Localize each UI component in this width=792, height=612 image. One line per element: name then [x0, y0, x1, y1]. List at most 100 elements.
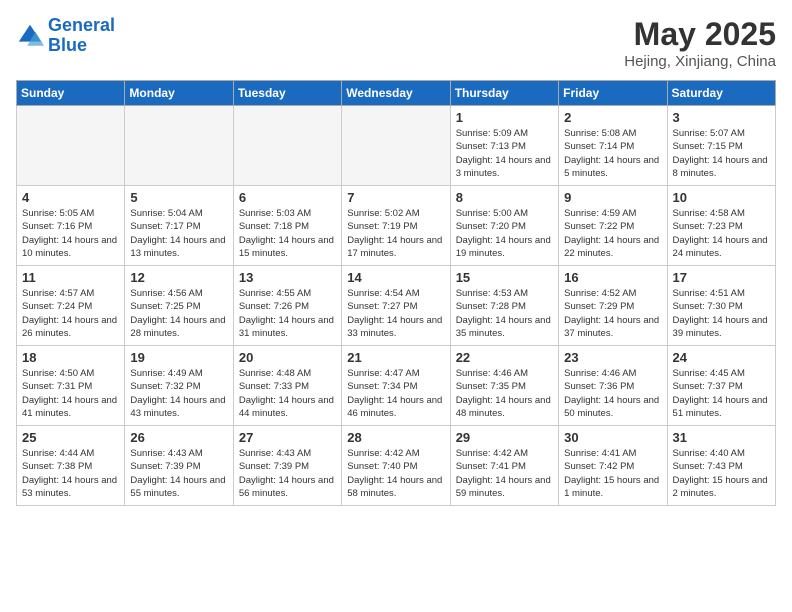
calendar-cell: 9Sunrise: 4:59 AMSunset: 7:22 PMDaylight… [559, 186, 667, 266]
day-info: Sunrise: 4:54 AMSunset: 7:27 PMDaylight:… [347, 287, 444, 340]
day-number: 27 [239, 430, 336, 445]
day-info: Sunrise: 4:51 AMSunset: 7:30 PMDaylight:… [673, 287, 770, 340]
day-number: 7 [347, 190, 444, 205]
weekday-header-tuesday: Tuesday [233, 81, 341, 106]
calendar-cell: 26 Sunrise: 4:43 AMSunset: 7:39 PMDayligh… [125, 426, 233, 506]
day-number: 5 [130, 190, 227, 205]
calendar-cell: 22 Sunrise: 4:46 AMSunset: 7:35 PMDayligh… [450, 346, 558, 426]
day-number: 2 [564, 110, 661, 125]
day-number: 16 [564, 270, 661, 285]
day-info: Sunrise: 4:55 AMSunset: 7:26 PMDaylight:… [239, 287, 336, 340]
weekday-header-monday: Monday [125, 81, 233, 106]
day-info: Sunrise: 4:57 AMSunset: 7:24 PMDaylight:… [22, 287, 119, 340]
day-info: Sunrise: 4:43 AMSunset: 7:39 PMDaylight:… [239, 447, 336, 500]
day-info: Sunrise: 4:42 AMSunset: 7:40 PMDaylight:… [347, 447, 444, 500]
logo-icon [16, 22, 44, 50]
calendar-cell: 16 Sunrise: 4:52 AMSunset: 7:29 PMDayligh… [559, 266, 667, 346]
day-number: 18 [22, 350, 119, 365]
day-info: Sunrise: 5:09 AMSunset: 7:13 PMDaylight:… [456, 127, 553, 180]
calendar-cell: 4 Sunrise: 5:05 AMSunset: 7:16 PMDaylight… [17, 186, 125, 266]
calendar-cell: 8Sunrise: 5:00 AMSunset: 7:20 PMDaylight… [450, 186, 558, 266]
calendar-cell: 15 Sunrise: 4:53 AMSunset: 7:28 PMDayligh… [450, 266, 558, 346]
day-number: 17 [673, 270, 770, 285]
calendar-cell: 27 Sunrise: 4:43 AMSunset: 7:39 PMDayligh… [233, 426, 341, 506]
weekday-header-friday: Friday [559, 81, 667, 106]
calendar-cell [233, 106, 341, 186]
day-info: Sunrise: 4:43 AMSunset: 7:39 PMDaylight:… [130, 447, 227, 500]
page-header: General Blue May 2025 Hejing, Xinjiang, … [16, 16, 776, 70]
calendar-cell: 10Sunrise: 4:58 AMSunset: 7:23 PMDayligh… [667, 186, 775, 266]
day-info: Sunrise: 4:40 AMSunset: 7:43 PMDaylight:… [673, 447, 770, 500]
calendar-cell: 21 Sunrise: 4:47 AMSunset: 7:34 PMDayligh… [342, 346, 450, 426]
day-info: Sunrise: 5:05 AMSunset: 7:16 PMDaylight:… [22, 207, 119, 260]
calendar-cell: 19 Sunrise: 4:49 AMSunset: 7:32 PMDayligh… [125, 346, 233, 426]
day-info: Sunrise: 4:52 AMSunset: 7:29 PMDaylight:… [564, 287, 661, 340]
weekday-header-saturday: Saturday [667, 81, 775, 106]
calendar-cell: 6 Sunrise: 5:03 AMSunset: 7:18 PMDaylight… [233, 186, 341, 266]
day-number: 19 [130, 350, 227, 365]
day-number: 12 [130, 270, 227, 285]
calendar-cell [17, 106, 125, 186]
day-info: Sunrise: 5:04 AMSunset: 7:17 PMDaylight:… [130, 207, 227, 260]
day-number: 4 [22, 190, 119, 205]
calendar-cell [125, 106, 233, 186]
calendar-cell [342, 106, 450, 186]
calendar-cell: 20 Sunrise: 4:48 AMSunset: 7:33 PMDayligh… [233, 346, 341, 426]
day-info: Sunrise: 4:50 AMSunset: 7:31 PMDaylight:… [22, 367, 119, 420]
day-number: 24 [673, 350, 770, 365]
day-number: 28 [347, 430, 444, 445]
week-row-3: 11 Sunrise: 4:57 AMSunset: 7:24 PMDayligh… [17, 266, 776, 346]
day-info: Sunrise: 4:49 AMSunset: 7:32 PMDaylight:… [130, 367, 227, 420]
weekday-header-thursday: Thursday [450, 81, 558, 106]
calendar-cell: 17 Sunrise: 4:51 AMSunset: 7:30 PMDayligh… [667, 266, 775, 346]
calendar-cell: 28 Sunrise: 4:42 AMSunset: 7:40 PMDayligh… [342, 426, 450, 506]
day-info: Sunrise: 4:46 AMSunset: 7:36 PMDaylight:… [564, 367, 661, 420]
day-number: 23 [564, 350, 661, 365]
day-number: 1 [456, 110, 553, 125]
calendar-cell: 24Sunrise: 4:45 AMSunset: 7:37 PMDayligh… [667, 346, 775, 426]
calendar-cell: 30Sunrise: 4:41 AMSunset: 7:42 PMDayligh… [559, 426, 667, 506]
calendar-cell: 12 Sunrise: 4:56 AMSunset: 7:25 PMDayligh… [125, 266, 233, 346]
day-number: 8 [456, 190, 553, 205]
day-info: Sunrise: 4:53 AMSunset: 7:28 PMDaylight:… [456, 287, 553, 340]
day-number: 11 [22, 270, 119, 285]
day-info: Sunrise: 4:48 AMSunset: 7:33 PMDaylight:… [239, 367, 336, 420]
calendar-cell: 18 Sunrise: 4:50 AMSunset: 7:31 PMDayligh… [17, 346, 125, 426]
day-number: 20 [239, 350, 336, 365]
calendar-cell: 23 Sunrise: 4:46 AMSunset: 7:36 PMDayligh… [559, 346, 667, 426]
calendar-cell: 7 Sunrise: 5:02 AMSunset: 7:19 PMDaylight… [342, 186, 450, 266]
day-number: 13 [239, 270, 336, 285]
day-number: 3 [673, 110, 770, 125]
calendar-cell: 14Sunrise: 4:54 AMSunset: 7:27 PMDayligh… [342, 266, 450, 346]
calendar-cell: 31Sunrise: 4:40 AMSunset: 7:43 PMDayligh… [667, 426, 775, 506]
day-info: Sunrise: 5:03 AMSunset: 7:18 PMDaylight:… [239, 207, 336, 260]
day-info: Sunrise: 4:46 AMSunset: 7:35 PMDaylight:… [456, 367, 553, 420]
calendar-cell: 13 Sunrise: 4:55 AMSunset: 7:26 PMDayligh… [233, 266, 341, 346]
day-number: 29 [456, 430, 553, 445]
day-info: Sunrise: 5:08 AMSunset: 7:14 PMDaylight:… [564, 127, 661, 180]
weekday-header-row: SundayMondayTuesdayWednesdayThursdayFrid… [17, 81, 776, 106]
day-number: 25 [22, 430, 119, 445]
day-info: Sunrise: 4:56 AMSunset: 7:25 PMDaylight:… [130, 287, 227, 340]
calendar-cell: 29 Sunrise: 4:42 AMSunset: 7:41 PMDayligh… [450, 426, 558, 506]
day-number: 26 [130, 430, 227, 445]
day-number: 22 [456, 350, 553, 365]
location: Hejing, Xinjiang, China [624, 53, 776, 70]
day-info: Sunrise: 4:47 AMSunset: 7:34 PMDaylight:… [347, 367, 444, 420]
day-info: Sunrise: 5:07 AMSunset: 7:15 PMDaylight:… [673, 127, 770, 180]
calendar-cell: 1 Sunrise: 5:09 AMSunset: 7:13 PMDaylight… [450, 106, 558, 186]
weekday-header-sunday: Sunday [17, 81, 125, 106]
calendar-cell: 3 Sunrise: 5:07 AMSunset: 7:15 PMDaylight… [667, 106, 775, 186]
title-block: May 2025 Hejing, Xinjiang, China [624, 16, 776, 70]
day-number: 21 [347, 350, 444, 365]
day-info: Sunrise: 4:58 AMSunset: 7:23 PMDaylight:… [673, 207, 770, 260]
day-number: 15 [456, 270, 553, 285]
day-info: Sunrise: 5:02 AMSunset: 7:19 PMDaylight:… [347, 207, 444, 260]
calendar-cell: 25Sunrise: 4:44 AMSunset: 7:38 PMDayligh… [17, 426, 125, 506]
week-row-2: 4 Sunrise: 5:05 AMSunset: 7:16 PMDaylight… [17, 186, 776, 266]
week-row-5: 25Sunrise: 4:44 AMSunset: 7:38 PMDayligh… [17, 426, 776, 506]
calendar-cell: 5 Sunrise: 5:04 AMSunset: 7:17 PMDaylight… [125, 186, 233, 266]
day-number: 9 [564, 190, 661, 205]
day-number: 6 [239, 190, 336, 205]
day-info: Sunrise: 4:42 AMSunset: 7:41 PMDaylight:… [456, 447, 553, 500]
